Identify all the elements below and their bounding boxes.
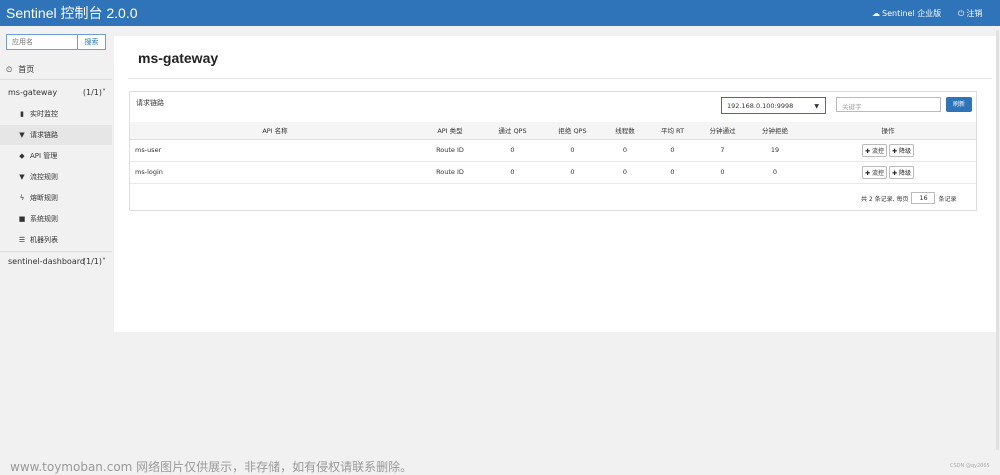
add-flow-rule-button[interactable]: ✚ 流控 — [862, 143, 887, 157]
main-content: ms-gateway 请求链路 192.168.0.100:9998 ▼ 关键字… — [114, 36, 996, 332]
thread-count: 0 — [600, 161, 650, 184]
app-count: (1/1)˅ — [82, 257, 106, 266]
filter-icon: ▼ — [19, 131, 25, 139]
divider — [0, 79, 112, 80]
app-group-ms-gateway[interactable]: ms-gateway (1/1)˅ — [0, 82, 112, 102]
cloud-icon: ☁ — [872, 9, 880, 18]
top-navbar: Sentinel 控制台 2.0.0 ☁ Sentinel 企业版 ⏻ 注销 — [0, 0, 1000, 26]
app-group-sentinel-dashboard[interactable]: sentinel-dashboard (1/1)˅ — [0, 251, 112, 271]
page-title: ms-gateway — [138, 50, 219, 66]
table-header-row: API 名称 API 类型 通过 QPS 拒绝 QPS 线程数 平均 RT 分钟… — [130, 122, 976, 140]
logout-icon: ⏻ — [958, 8, 965, 18]
avg-rt: 0 — [650, 161, 695, 184]
sidebar-item-label: API 管理 — [30, 152, 58, 160]
block-qps: 0 — [545, 161, 600, 184]
api-name: ms-login — [130, 161, 420, 184]
add-degrade-rule-button[interactable]: ✚ 降级 — [889, 143, 914, 157]
column-header: 平均 RT — [650, 122, 695, 140]
minute-block: 19 — [750, 139, 800, 162]
api-table: API 名称 API 类型 通过 QPS 拒绝 QPS 线程数 平均 RT 分钟… — [130, 122, 976, 184]
pagination: 共 2 条记录, 每页 16 条记录 — [861, 192, 956, 204]
divider — [128, 78, 992, 79]
app-search-input[interactable] — [7, 35, 77, 49]
pass-qps: 0 — [480, 161, 545, 184]
sidebar-item-system-rules[interactable]: ■ 系统规则 — [0, 209, 112, 229]
sidebar-item-machine-list[interactable]: ☰ 机器列表 — [0, 230, 112, 250]
sidebar-item-label: 机器列表 — [30, 236, 58, 244]
keyword-input[interactable]: 关键字 — [836, 97, 941, 112]
refresh-button[interactable]: 刷新 — [946, 97, 972, 112]
table-row: ms-user Route ID 0 0 0 0 7 19 ✚ 流控 ✚ 降级 — [130, 139, 976, 162]
app-name: sentinel-dashboard — [8, 257, 85, 266]
chevron-down-icon: ˅ — [102, 257, 106, 266]
machine-select[interactable]: 192.168.0.100:9998 ▼ — [721, 97, 826, 114]
app-count: (1/1)˅ — [82, 88, 106, 97]
enterprise-link[interactable]: ☁ Sentinel 企业版 — [872, 8, 941, 19]
sidebar-item-home[interactable]: ⏲ 首页 — [6, 64, 34, 75]
column-header: API 类型 — [420, 122, 480, 140]
sidebar-item-flow-rules[interactable]: ▼ 流控规则 — [0, 167, 112, 187]
api-type: Route ID — [420, 161, 480, 184]
api-name: ms-user — [130, 139, 420, 162]
sidebar-item-label: 流控规则 — [30, 173, 58, 181]
sidebar-item-label: 请求链路 — [30, 131, 58, 139]
minute-pass: 7 — [695, 139, 750, 162]
home-label: 首页 — [18, 65, 35, 74]
list-icon: ☰ — [18, 236, 26, 244]
column-header: 拒绝 QPS — [545, 122, 600, 140]
sidebar-item-label: 熔断规则 — [30, 194, 58, 202]
scrollbar[interactable] — [996, 30, 999, 450]
tags-icon: ◆ — [19, 152, 25, 160]
minute-pass: 0 — [695, 161, 750, 184]
column-header: 线程数 — [600, 122, 650, 140]
caret-down-icon: ▼ — [814, 103, 819, 110]
add-degrade-rule-button[interactable]: ✚ 降级 — [889, 165, 914, 179]
chevron-down-icon: ˅ — [102, 88, 106, 97]
sidebar-item-request-chain[interactable]: ▼ 请求链路 — [0, 125, 112, 145]
minute-block: 0 — [750, 161, 800, 184]
pager-suffix: 条记录 — [938, 195, 957, 203]
pass-qps: 0 — [480, 139, 545, 162]
dashboard-icon: ⏲ — [6, 64, 13, 74]
actions: ✚ 流控 ✚ 降级 — [800, 161, 976, 184]
app-name: ms-gateway — [8, 88, 58, 97]
lock-icon: ■ — [18, 215, 26, 223]
sidebar-item-label: 系统规则 — [30, 215, 58, 223]
avg-rt: 0 — [650, 139, 695, 162]
page-size-input[interactable]: 16 — [911, 192, 936, 204]
column-header: 分钟通过 — [695, 122, 750, 140]
table-row: ms-login Route ID 0 0 0 0 0 0 ✚ 流控 ✚ 降级 — [130, 161, 976, 184]
column-header: 操作 — [800, 122, 976, 140]
api-type: Route ID — [420, 139, 480, 162]
block-qps: 0 — [545, 139, 600, 162]
logout-link[interactable]: ⏻ 注销 — [958, 8, 982, 19]
flash-icon: ϟ — [19, 194, 25, 202]
add-flow-rule-button[interactable]: ✚ 流控 — [862, 165, 887, 179]
watermark: www.toymoban.com 网络图片仅供展示，非存储，如有侵权请联系删除。 — [10, 460, 413, 474]
column-header: API 名称 — [130, 122, 420, 140]
csdn-watermark: CSDN @qy2065 — [950, 463, 990, 469]
filter-icon: ▼ — [19, 173, 25, 181]
bar-chart-icon: ▮ — [20, 110, 24, 118]
enterprise-label: Sentinel 企业版 — [882, 9, 942, 18]
thread-count: 0 — [600, 139, 650, 162]
logout-label: 注销 — [966, 9, 983, 18]
machine-value: 192.168.0.100:9998 — [727, 102, 794, 110]
request-chain-panel: 请求链路 192.168.0.100:9998 ▼ 关键字 刷新 API 名称 … — [129, 91, 977, 211]
actions: ✚ 流控 ✚ 降级 — [800, 139, 976, 162]
brand-title[interactable]: Sentinel 控制台 2.0.0 — [6, 3, 138, 23]
app-search-button[interactable]: 搜索 — [77, 35, 105, 49]
sidebar-item-api-management[interactable]: ◆ API 管理 — [0, 146, 112, 166]
app-search: 搜索 — [6, 34, 106, 50]
sidebar: 搜索 ⏲ 首页 ms-gateway (1/1)˅ ▮ 实时监控 ▼ 请求链路 … — [0, 26, 112, 475]
column-header: 通过 QPS — [480, 122, 545, 140]
panel-title: 请求链路 — [136, 99, 164, 107]
sidebar-item-realtime-monitor[interactable]: ▮ 实时监控 — [0, 104, 112, 124]
column-header: 分钟拒绝 — [750, 122, 800, 140]
sidebar-item-label: 实时监控 — [30, 110, 58, 118]
sidebar-item-degrade-rules[interactable]: ϟ 熔断规则 — [0, 188, 112, 208]
pager-prefix: 共 2 条记录, 每页 — [861, 195, 909, 203]
